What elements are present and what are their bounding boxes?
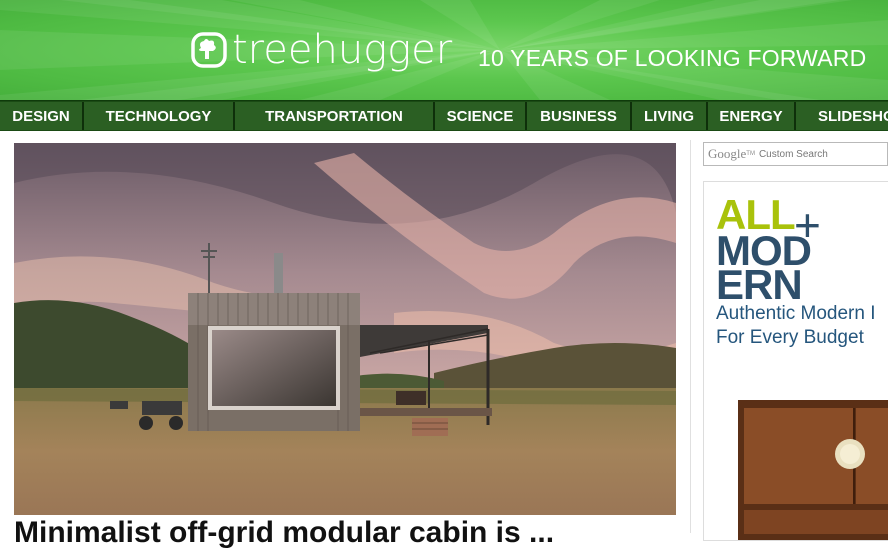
google-tm: TM — [746, 151, 755, 157]
sidebar-ad-all-modern[interactable]: ALL + MOD ERN Authentic Modern I For Eve… — [703, 181, 888, 541]
custom-search-input[interactable]: Google TM Custom Search — [703, 142, 888, 166]
main-nav: DESIGN TECHNOLOGY TRANSPORTATION SCIENCE… — [0, 100, 888, 131]
nav-item-design[interactable]: DESIGN — [0, 102, 84, 130]
nav-item-slideshows[interactable]: SLIDESHO — [796, 102, 888, 130]
cabin-landscape-image — [14, 143, 676, 515]
hero-image[interactable] — [14, 143, 676, 515]
nav-item-science[interactable]: SCIENCE — [435, 102, 527, 130]
nav-item-transportation[interactable]: TRANSPORTATION — [235, 102, 435, 130]
search-placeholder: Custom Search — [758, 148, 828, 160]
site-tagline: 10 YEARS OF LOOKING FORWARD — [478, 45, 867, 71]
article-title[interactable]: Minimalist off-grid modular cabin is ... — [14, 518, 554, 548]
ad-tagline-1: Authentic Modern I — [716, 303, 876, 324]
treehugger-logo[interactable]: treehugger — [190, 30, 452, 70]
google-mark: Google — [708, 146, 747, 161]
nav-item-business[interactable]: BUSINESS — [527, 102, 632, 130]
nav-item-energy[interactable]: ENERGY — [708, 102, 796, 130]
column-divider — [690, 140, 691, 533]
cabinet-image — [738, 400, 888, 540]
nav-item-living[interactable]: LIVING — [632, 102, 708, 130]
ad-brand-line-3: ERN — [716, 261, 803, 308]
ad-tagline-2: For Every Budget — [716, 327, 864, 348]
nav-item-technology[interactable]: TECHNOLOGY — [84, 102, 235, 130]
logo-wordmark: treehugger — [232, 27, 453, 73]
leaf-logo-icon — [191, 32, 227, 68]
site-header: treehugger 10 YEARS OF LOOKING FORWARD — [0, 0, 888, 100]
